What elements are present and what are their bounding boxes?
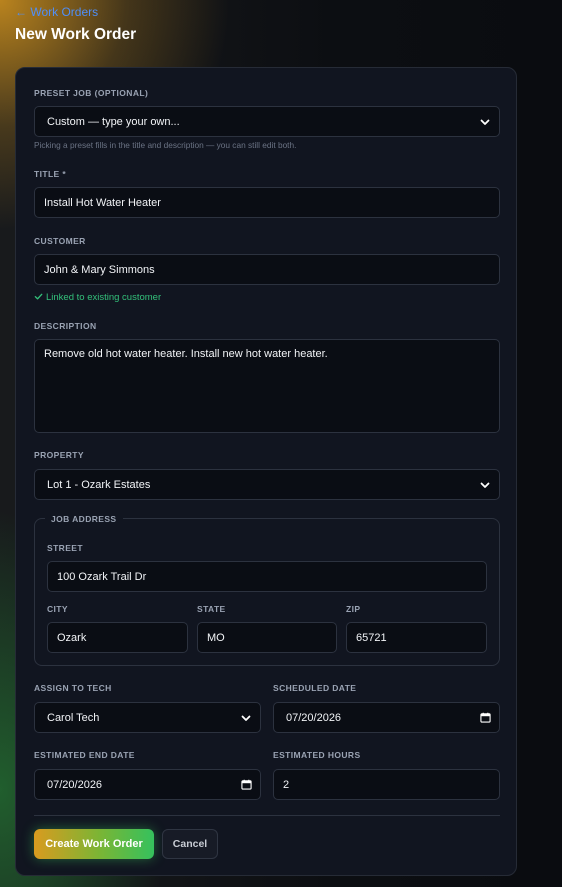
- state-input-value: MO: [207, 631, 225, 644]
- create-work-order-button[interactable]: Create Work Order: [34, 829, 154, 859]
- estimated-end-date-label: ESTIMATED END DATE: [34, 750, 135, 760]
- street-input-value: 100 Ozark Trail Dr: [57, 570, 147, 583]
- check-icon: [34, 293, 43, 300]
- estimated-end-date-input[interactable]: 07/20/2026: [34, 769, 261, 800]
- city-label: CITY: [47, 604, 68, 614]
- customer-input-value: John & Mary Simmons: [44, 263, 155, 276]
- zip-label: ZIP: [346, 604, 361, 614]
- estimated-end-date-value: 07/20/2026: [47, 778, 103, 791]
- customer-link-status-text: Linked to existing customer: [46, 292, 162, 303]
- assign-tech-select[interactable]: Carol Tech: [34, 702, 261, 733]
- state-label: STATE: [197, 604, 226, 614]
- preset-job-select[interactable]: Custom — type your own...: [34, 106, 500, 137]
- estimated-hours-value: 2: [283, 778, 290, 791]
- customer-label: CUSTOMER: [34, 236, 86, 246]
- assign-tech-selected-value: Carol Tech: [47, 711, 100, 724]
- property-select[interactable]: Lot 1 - Ozark Estates: [34, 469, 500, 500]
- title-input-value: Install Hot Water Heater: [44, 196, 161, 209]
- chevron-down-icon: [480, 119, 490, 125]
- street-input[interactable]: 100 Ozark Trail Dr: [47, 561, 487, 592]
- description-label: DESCRIPTION: [34, 321, 97, 331]
- property-label: PROPERTY: [34, 450, 84, 460]
- cancel-button[interactable]: Cancel: [162, 829, 218, 859]
- zip-input-value: 65721: [356, 631, 387, 644]
- calendar-icon[interactable]: [480, 712, 491, 723]
- customer-link-status: Linked to existing customer: [34, 292, 161, 303]
- city-input-value: Ozark: [57, 631, 87, 644]
- estimated-hours-label: ESTIMATED HOURS: [273, 750, 361, 760]
- title-input[interactable]: Install Hot Water Heater: [34, 187, 500, 218]
- work-order-form-card: PRESET JOB (OPTIONAL) Custom — type your…: [15, 67, 517, 876]
- back-to-work-orders-link[interactable]: ← Work Orders: [15, 5, 98, 19]
- page-title: New Work Order: [15, 26, 137, 43]
- chevron-down-icon: [480, 482, 490, 488]
- city-input[interactable]: Ozark: [47, 622, 188, 653]
- chevron-down-icon: [241, 715, 251, 721]
- description-textarea[interactable]: Remove old hot water heater. Install new…: [34, 339, 500, 433]
- state-input[interactable]: MO: [197, 622, 337, 653]
- job-address-legend: JOB ADDRESS: [45, 514, 123, 524]
- title-label: TITLE *: [34, 169, 67, 179]
- scheduled-date-input[interactable]: 07/20/2026: [273, 702, 500, 733]
- street-label: STREET: [47, 543, 83, 553]
- scheduled-date-value: 07/20/2026: [286, 711, 342, 724]
- customer-input[interactable]: John & Mary Simmons: [34, 254, 500, 285]
- calendar-icon[interactable]: [241, 779, 252, 790]
- scheduled-date-label: SCHEDULED DATE: [273, 683, 357, 693]
- estimated-hours-input[interactable]: 2: [273, 769, 500, 800]
- preset-job-help-text: Picking a preset fills in the title and …: [34, 140, 297, 150]
- assign-tech-label: ASSIGN TO TECH: [34, 683, 112, 693]
- zip-input[interactable]: 65721: [346, 622, 487, 653]
- job-address-fieldset: JOB ADDRESS STREET 100 Ozark Trail Dr CI…: [34, 514, 500, 666]
- description-textarea-value: Remove old hot water heater. Install new…: [44, 348, 328, 360]
- property-selected-value: Lot 1 - Ozark Estates: [47, 478, 151, 491]
- actions-divider: [34, 815, 500, 816]
- preset-job-selected-value: Custom — type your own...: [47, 115, 180, 128]
- preset-job-label: PRESET JOB (OPTIONAL): [34, 88, 149, 98]
